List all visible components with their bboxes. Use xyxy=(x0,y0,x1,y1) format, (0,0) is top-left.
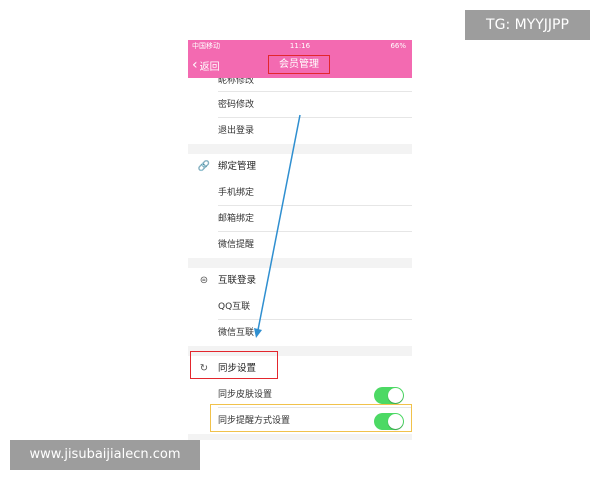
annotation-arrow xyxy=(254,114,301,338)
site-watermark: www.jisubaijialecn.com xyxy=(10,440,200,470)
